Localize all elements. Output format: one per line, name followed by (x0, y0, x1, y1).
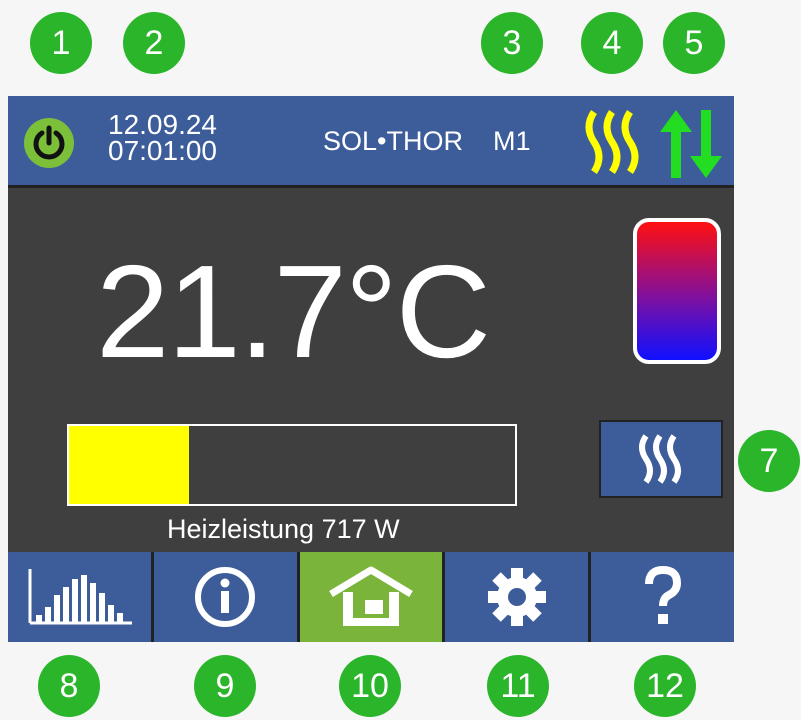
home-icon (329, 566, 413, 626)
annotation-badge-11: 11 (487, 655, 549, 717)
brand-name: SOL•THOR (323, 126, 463, 156)
heating-waves-icon (639, 434, 681, 484)
mode-indicator: M1 (493, 126, 531, 156)
power-icon (33, 125, 65, 160)
annotation-badge-12: 12 (634, 655, 696, 717)
power-button[interactable] (24, 118, 74, 168)
heating-mode-button[interactable] (599, 420, 723, 498)
date-time: 12.09.24 07:01:00 (108, 111, 217, 166)
annotation-badge-10: 10 (339, 655, 401, 717)
water-tank-icon (633, 218, 721, 364)
bottom-nav (8, 552, 734, 642)
heating-power-fill (69, 426, 190, 504)
heating-power-label: Heizleistung 717 W (167, 514, 400, 544)
heating-waves-icon (585, 110, 639, 174)
header-bar: 12.09.24 07:01:00 SOL•THOR M1 (8, 96, 734, 188)
heating-power-bar (67, 424, 517, 506)
nav-help[interactable] (591, 552, 734, 642)
annotation-badge-7: 7 (738, 430, 800, 492)
time-display: 07:01:00 (108, 135, 217, 166)
temperature-display: 21.7°C (96, 238, 491, 385)
bar-chart-icon (28, 569, 133, 625)
up-down-arrows-icon (660, 110, 722, 178)
nav-home[interactable] (299, 552, 446, 642)
annotation-badge-8: 8 (38, 655, 100, 717)
annotation-badge-1: 1 (30, 12, 92, 74)
help-icon (644, 566, 681, 624)
device-screen: 12.09.24 07:01:00 SOL•THOR M1 21.7°C Hei… (8, 96, 734, 642)
gear-icon (487, 568, 546, 626)
annotation-badge-5: 5 (663, 12, 725, 74)
nav-info[interactable] (153, 552, 300, 642)
nav-settings[interactable] (445, 552, 592, 642)
nav-statistics[interactable] (8, 552, 154, 642)
annotation-badge-3: 3 (481, 12, 543, 74)
info-icon (195, 567, 256, 627)
annotation-badge-9: 9 (194, 655, 256, 717)
annotation-badge-2: 2 (123, 12, 185, 74)
annotation-badge-4: 4 (581, 12, 643, 74)
